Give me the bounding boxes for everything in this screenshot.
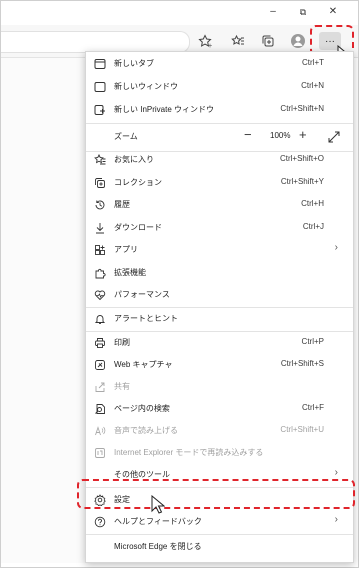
close-button[interactable]: ✕ [323, 4, 343, 20]
menu-label: パフォーマンス [114, 290, 170, 299]
read-aloud-icon [93, 424, 107, 438]
menu-label: 新しい InPrivate ウィンドウ [114, 105, 215, 114]
menu-shortcut: Ctrl+N [301, 81, 324, 90]
menu-label: 新しいウィンドウ [114, 82, 178, 91]
help-icon [93, 515, 107, 529]
minimize-button[interactable]: – [263, 4, 283, 20]
menu-item-favorites[interactable]: お気に入り Ctrl+Shift+O [86, 149, 353, 171]
menu-item-ie-mode[interactable]: Internet Explorer モードで再読み込みする [86, 442, 353, 464]
new-tab-icon [93, 57, 107, 71]
divider [86, 534, 353, 535]
history-icon [93, 198, 107, 212]
performance-icon [93, 288, 107, 302]
menu-label: 印刷 [114, 338, 130, 347]
download-icon [93, 221, 107, 235]
page-content [1, 58, 85, 563]
find-in-page-icon [93, 402, 107, 416]
menu-item-read-aloud[interactable]: 音声で読み上げる Ctrl+Shift+U [86, 420, 353, 442]
menu-label: アラートとヒント [114, 314, 178, 323]
menu-item-zoom: ズーム − 100% + [86, 124, 353, 150]
print-icon [93, 336, 107, 350]
menu-item-history[interactable]: 履歴 Ctrl+H [86, 194, 353, 216]
menu-item-help[interactable]: ヘルプとフィードバック › [86, 511, 353, 533]
menu-shortcut: Ctrl+Shift+O [279, 154, 324, 163]
menu-shortcut: Ctrl+T [302, 58, 324, 67]
favorites-bar-icon[interactable] [229, 32, 247, 50]
menu-label: 履歴 [114, 200, 130, 209]
menu-item-collections[interactable]: コレクション Ctrl+Shift+Y [86, 172, 353, 194]
menu-item-performance[interactable]: パフォーマンス [86, 284, 353, 306]
menu-shortcut: Ctrl+F [302, 403, 324, 412]
menu-label: お気に入り [114, 155, 154, 164]
zoom-out-button[interactable]: − [244, 127, 252, 142]
menu-item-extensions[interactable]: 拡張機能 [86, 262, 353, 284]
menu-label: Microsoft Edge を閉じる [114, 542, 202, 551]
web-capture-icon [93, 358, 107, 372]
menu-shortcut: Ctrl+Shift+Y [280, 177, 324, 186]
menu-shortcut: Ctrl+Shift+U [280, 425, 324, 434]
restore-button[interactable]: ⧉ [293, 4, 313, 20]
fullscreen-icon[interactable] [328, 131, 340, 143]
collections-icon [93, 176, 107, 190]
menu-item-web-capture[interactable]: Web キャプチャ Ctrl+Shift+S [86, 354, 353, 376]
collections-icon[interactable] [259, 32, 277, 50]
menu-shortcut: Ctrl+J [302, 222, 324, 231]
extensions-icon [93, 266, 107, 280]
menu-label: Internet Explorer モードで再読み込みする [114, 448, 264, 457]
zoom-in-button[interactable]: + [299, 127, 307, 142]
chevron-right-icon: › [334, 467, 338, 478]
share-icon [93, 380, 107, 394]
menu-item-share[interactable]: 共有 [86, 376, 353, 398]
menu-shortcut: Ctrl+Shift+N [280, 104, 324, 113]
menu-item-apps[interactable]: アプリ › [86, 239, 353, 261]
browser-window: – ⧉ ✕ + ··· 新しいタブ Ctrl+T 新しいウィンドウ Ctrl+N [0, 0, 359, 568]
chevron-right-icon: › [334, 514, 338, 525]
profile-avatar-icon[interactable] [289, 32, 307, 50]
menu-item-new-tab[interactable]: 新しいタブ Ctrl+T [86, 53, 353, 75]
inprivate-icon [93, 103, 107, 117]
menu-label: アプリ [114, 245, 138, 254]
menu-item-close-edge[interactable]: Microsoft Edge を閉じる [86, 536, 353, 558]
svg-text:+: + [208, 43, 213, 49]
menu-label: 拡張機能 [114, 268, 146, 277]
menu-item-downloads[interactable]: ダウンロード Ctrl+J [86, 217, 353, 239]
bell-icon [93, 312, 107, 326]
new-window-icon [93, 80, 107, 94]
menu-label: ページ内の検索 [114, 404, 170, 413]
menu-label: 新しいタブ [114, 59, 154, 68]
chevron-right-icon: › [334, 242, 338, 253]
favorites-icon [93, 153, 107, 167]
menu-label: 音声で読み上げる [114, 426, 178, 435]
menu-item-find[interactable]: ページ内の検索 Ctrl+F [86, 398, 353, 420]
title-bar: – ⧉ ✕ [1, 1, 358, 25]
settings-highlight [77, 479, 355, 509]
menu-shortcut: Ctrl+H [301, 199, 324, 208]
menu-item-alerts[interactable]: アラートとヒント [86, 308, 353, 330]
menu-item-new-window[interactable]: 新しいウィンドウ Ctrl+N [86, 76, 353, 98]
apps-icon [93, 243, 107, 257]
menu-item-print[interactable]: 印刷 Ctrl+P [86, 332, 353, 354]
zoom-level: 100% [270, 131, 291, 140]
address-bar[interactable] [1, 31, 190, 53]
menu-label: 共有 [114, 382, 130, 391]
add-favorite-icon[interactable]: + [196, 32, 214, 50]
menu-item-new-inprivate[interactable]: 新しい InPrivate ウィンドウ Ctrl+Shift+N [86, 99, 353, 121]
menu-shortcut: Ctrl+Shift+S [280, 359, 324, 368]
zoom-label: ズーム [114, 132, 138, 141]
ie-mode-icon [93, 446, 107, 460]
menu-label: ヘルプとフィードバック [114, 517, 202, 526]
menu-shortcut: Ctrl+P [301, 337, 324, 346]
menu-label: コレクション [114, 178, 162, 187]
menu-label: ダウンロード [114, 223, 162, 232]
mouse-cursor-icon [151, 495, 165, 515]
menu-label: Web キャプチャ [114, 360, 173, 369]
